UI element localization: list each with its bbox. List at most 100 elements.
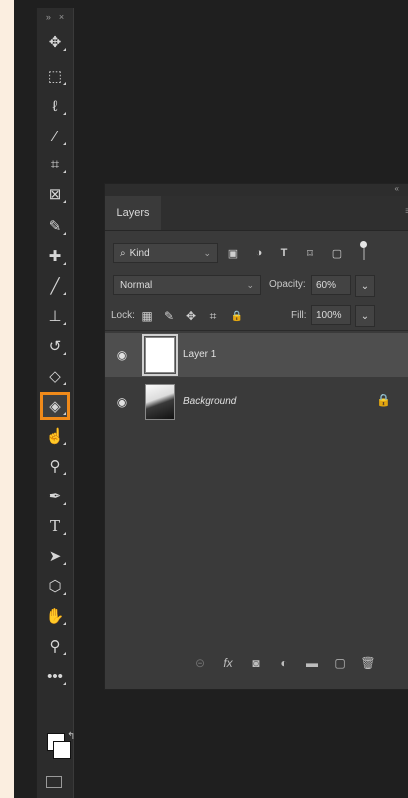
path-selection-tool[interactable]: ➤ — [40, 542, 70, 570]
new-group-icon[interactable]: ▬ — [303, 654, 321, 672]
tool-subtools-indicator — [63, 622, 66, 625]
bandage-icon: ✚ — [48, 248, 62, 265]
opacity-value: 60% — [316, 279, 337, 291]
dodge-icon: ⚲ — [49, 458, 61, 475]
brush-tool[interactable]: ╱ — [40, 272, 70, 300]
brush-icon: ╱ — [50, 278, 60, 295]
shape-filter-icon[interactable]: ⌑ — [302, 245, 318, 261]
blend-mode-select[interactable]: Normal ⌄ — [113, 275, 261, 295]
fill-value: 100% — [316, 309, 342, 321]
layer-name[interactable]: Layer 1 — [183, 349, 216, 360]
magic-wand-icon: ⁄ — [53, 127, 57, 145]
paint-bucket-icon: ◈ — [49, 398, 61, 415]
tool-subtools-indicator — [63, 652, 66, 655]
chevron-down-icon: ⌄ — [246, 279, 254, 290]
magic-wand-tool[interactable]: ⁄ — [40, 122, 70, 150]
filter-toggle-stem — [363, 248, 365, 260]
visibility-eye-icon[interactable]: ◉ — [115, 348, 129, 362]
chevron-down-icon: ⌄ — [203, 247, 211, 258]
history-brush-icon: ↺ — [48, 338, 62, 355]
layer-style-icon[interactable]: fx — [219, 654, 237, 672]
type-tool[interactable]: T — [40, 512, 70, 540]
smudge-tool[interactable]: ☝ — [40, 422, 70, 450]
close-icon[interactable]: × — [59, 12, 64, 22]
layer-thumbnail — [142, 334, 178, 376]
stamp-icon: ⊥ — [48, 308, 62, 325]
background-color-swatch[interactable] — [53, 741, 71, 759]
tab-layers[interactable]: Layers — [105, 196, 161, 230]
crop-tool[interactable]: ⌗ — [40, 150, 70, 178]
zoom-tool[interactable]: ⚲ — [40, 632, 70, 660]
pen-tool[interactable]: ✒ — [40, 482, 70, 510]
hexagon-icon: ⬡ — [48, 578, 62, 595]
paint-bucket-tool[interactable]: ◈ — [40, 392, 70, 420]
tool-subtools-indicator — [63, 170, 66, 173]
filter-kind-select[interactable]: ⌕ Kind ⌄ — [113, 243, 218, 263]
panel-collapse-icon[interactable]: « — [395, 184, 399, 193]
tool-subtools-indicator — [63, 442, 66, 445]
filter-toggle-icon[interactable] — [360, 241, 367, 248]
panel-divider — [105, 330, 408, 331]
delete-layer-icon[interactable]: 🗑 — [359, 654, 377, 672]
eyedropper-icon: ✎ — [48, 218, 62, 235]
eraser-tool[interactable]: ◇ — [40, 362, 70, 390]
frame-tool[interactable]: ⊠ — [40, 180, 70, 208]
collapse-icon[interactable]: » — [46, 12, 51, 22]
smart-object-filter-icon[interactable]: ▢ — [329, 245, 345, 261]
lasso-tool[interactable]: ℓ — [40, 92, 70, 120]
opacity-input[interactable]: 60% — [311, 275, 351, 295]
toolbar-header: » × — [37, 8, 73, 26]
eyedropper-tool[interactable]: ✎ — [40, 212, 70, 240]
history-brush-tool[interactable]: ↺ — [40, 332, 70, 360]
lock-all-icon[interactable]: 🔒 — [229, 308, 245, 324]
tool-subtools-indicator — [63, 592, 66, 595]
lock-image-pixels-icon[interactable]: ✎ — [161, 308, 177, 324]
lock-artboard-icon[interactable]: ⌗ — [205, 308, 221, 324]
visibility-eye-icon[interactable]: ◉ — [115, 395, 129, 409]
frame-icon: ⊠ — [48, 186, 62, 203]
marquee-icon: ⬚ — [47, 68, 63, 85]
color-swatches[interactable]: ↰ — [43, 731, 75, 763]
tool-subtools-indicator — [63, 352, 66, 355]
tool-subtools-indicator — [63, 412, 66, 415]
eraser-icon: ◇ — [49, 368, 61, 385]
type-filter-icon[interactable]: T — [276, 245, 292, 261]
layer-name[interactable]: Background — [183, 396, 236, 407]
layer-row-layer-1[interactable]: ◉ Layer 1 — [105, 333, 408, 377]
healing-brush-tool[interactable]: ✚ — [40, 242, 70, 270]
filter-kind-label: Kind — [129, 247, 150, 259]
tool-subtools-indicator — [63, 232, 66, 235]
tool-subtools-indicator — [63, 382, 66, 385]
blend-row: Normal ⌄ Opacity: 60% ⌄ — [105, 272, 408, 298]
link-layers-icon[interactable]: ⊝ — [191, 654, 209, 672]
search-icon: ⌕ — [120, 247, 126, 259]
adjustment-filter-icon[interactable]: ◑ — [251, 245, 267, 261]
arrow-icon: ➤ — [48, 548, 62, 565]
hand-tool[interactable]: ✋ — [40, 602, 70, 630]
add-mask-icon[interactable]: ◙ — [247, 654, 265, 672]
fill-input[interactable]: 100% — [311, 305, 351, 325]
image-filter-icon[interactable]: ▣ — [225, 245, 241, 261]
clone-stamp-tool[interactable]: ⊥ — [40, 302, 70, 330]
lock-label: Lock: — [111, 310, 135, 321]
marquee-tool[interactable]: ⬚ — [40, 62, 70, 90]
lock-icon[interactable]: 🔒 — [376, 393, 391, 407]
tool-subtools-indicator — [63, 262, 66, 265]
adjustment-layer-icon[interactable]: ◐ — [275, 654, 293, 672]
layer-row-background[interactable]: ◉ Background 🔒 — [105, 380, 408, 424]
swap-colors-icon[interactable]: ↰ — [67, 731, 75, 742]
tool-subtools-indicator — [63, 562, 66, 565]
move-tool[interactable]: ✥ — [40, 28, 70, 56]
lock-transparent-pixels-icon[interactable]: ▦ — [139, 308, 155, 324]
lock-row: Lock: ▦ ✎ ✥ ⌗ 🔒 Fill: 100% ⌄ — [105, 302, 408, 328]
dodge-tool[interactable]: ⚲ — [40, 452, 70, 480]
more-tools[interactable]: ••• — [40, 662, 70, 690]
tool-subtools-indicator — [63, 292, 66, 295]
opacity-dropdown[interactable]: ⌄ — [355, 275, 375, 297]
tool-subtools-indicator — [63, 200, 66, 203]
lock-position-icon[interactable]: ✥ — [183, 308, 199, 324]
quick-mask-icon[interactable] — [46, 776, 62, 788]
new-layer-icon[interactable]: ▢ — [331, 654, 349, 672]
fill-dropdown[interactable]: ⌄ — [355, 305, 375, 327]
shape-tool[interactable]: ⬡ — [40, 572, 70, 600]
